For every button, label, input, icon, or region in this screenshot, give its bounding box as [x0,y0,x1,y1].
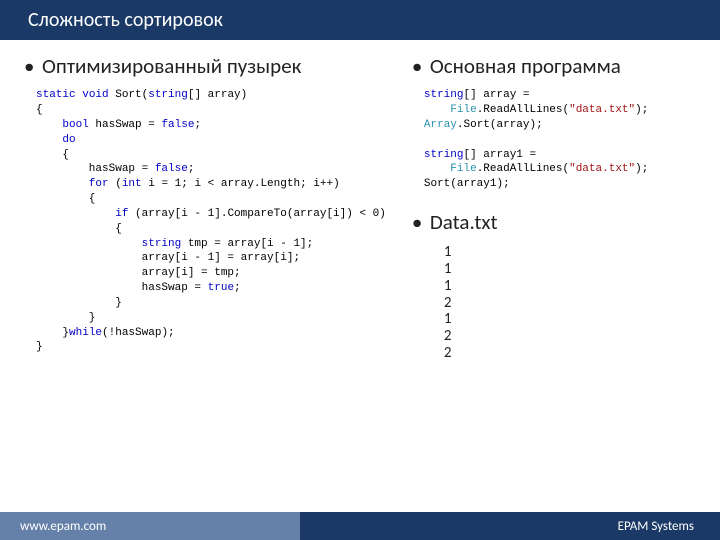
right-heading-1: Основная программа [410,54,698,78]
footer-url: www.epam.com [0,512,300,540]
slide-header: Сложность сортировок [0,0,720,40]
footer-brand: EPAM Systems [300,512,720,540]
code-block-main: string[] array = File.ReadAllLines("data… [410,88,698,192]
left-column: Оптимизированный пузырек static void Sor… [22,54,386,362]
right-heading-2: Data.txt [410,210,698,234]
footer: www.epam.com EPAM Systems [0,512,720,540]
left-heading: Оптимизированный пузырек [22,54,386,78]
code-block-sort: static void Sort(string[] array) { bool … [22,88,386,355]
right-column: Основная программа string[] array = File… [410,54,698,362]
data-txt-values: 1 1 1 2 1 2 2 [410,244,698,362]
content-area: Оптимизированный пузырек static void Sor… [0,40,720,362]
slide-title: Сложность сортировок [28,8,223,32]
